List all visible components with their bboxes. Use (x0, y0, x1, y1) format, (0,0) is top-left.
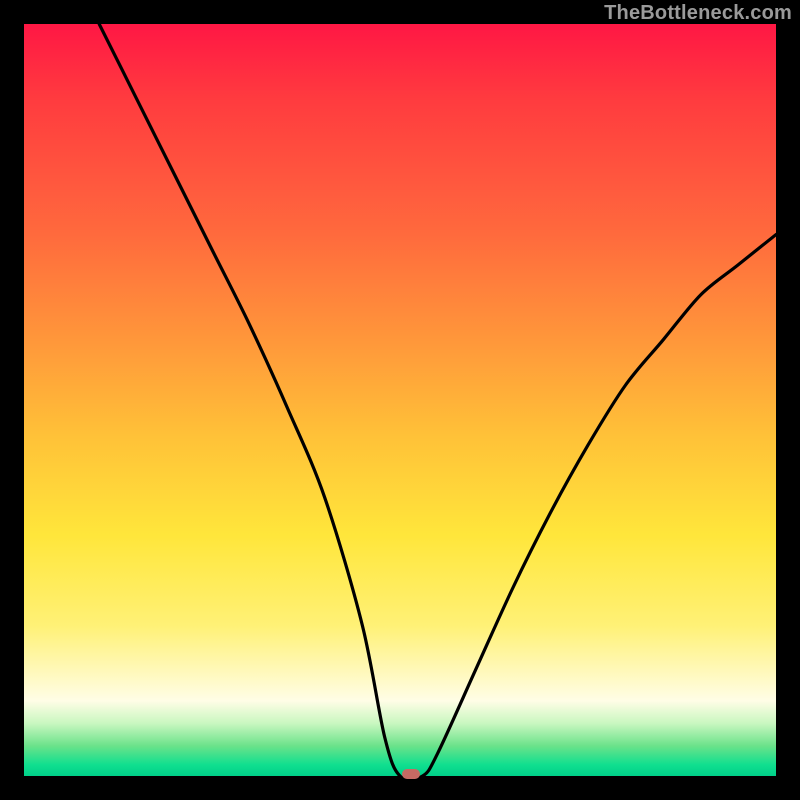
watermark-text: TheBottleneck.com (604, 2, 792, 25)
bottleneck-curve (24, 24, 776, 776)
bottleneck-marker (402, 769, 420, 779)
chart-frame: TheBottleneck.com (0, 0, 800, 800)
curve-path (99, 24, 776, 776)
